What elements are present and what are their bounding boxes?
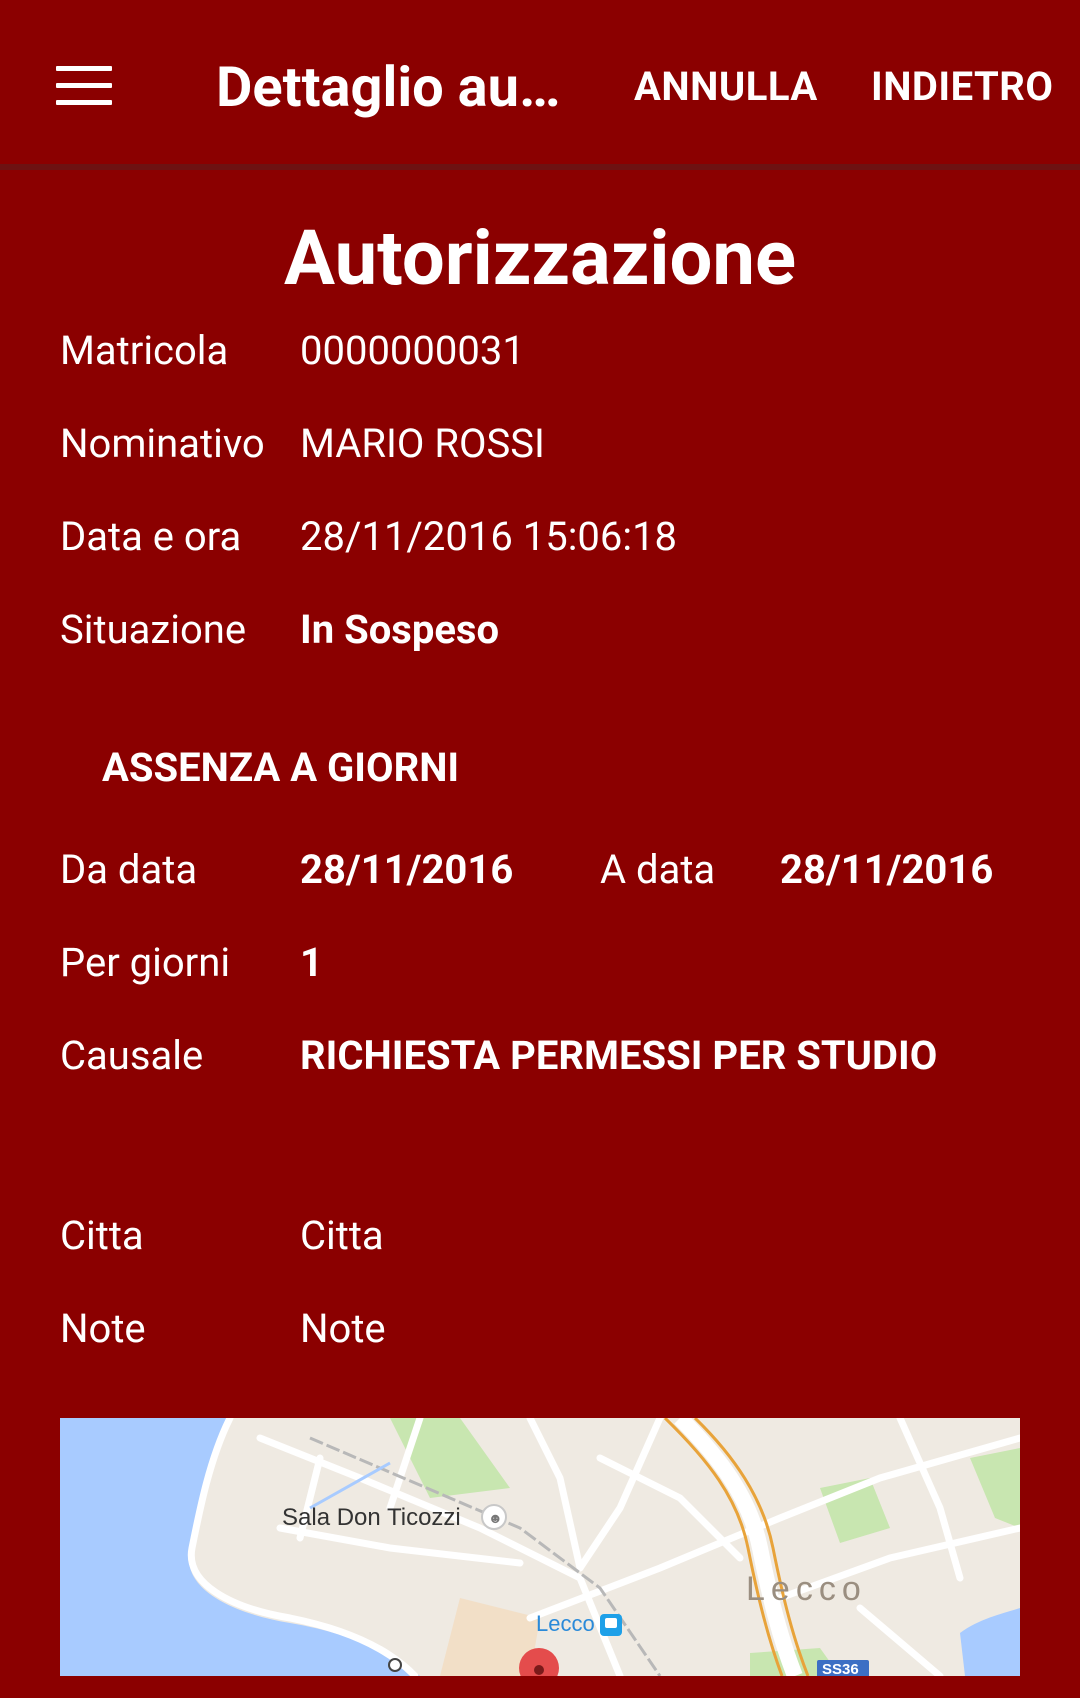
from-date-value: 28/11/2016: [300, 846, 514, 893]
field-value: MARIO ROSSI: [300, 420, 545, 467]
section-title: ASSENZA A GIORNI: [102, 744, 460, 791]
svg-text:☻: ☻: [488, 1510, 503, 1526]
map-city-label: Lecco: [746, 1570, 867, 1608]
svg-text:SS36: SS36: [822, 1661, 859, 1676]
field-value: 0000000031: [300, 327, 525, 374]
field-label: Nominativo: [60, 420, 265, 467]
theater-icon: ☻: [481, 1504, 507, 1530]
back-button[interactable]: INDIETRO: [871, 62, 1054, 112]
map-point-icon: [388, 1658, 402, 1672]
cancel-button[interactable]: ANNULLA: [634, 62, 818, 112]
map-poi-label: Sala Don Ticozzi: [282, 1504, 461, 1531]
field-value: RICHIESTA PERMESSI PER STUDIO: [300, 1032, 938, 1079]
field-label: Situazione: [60, 606, 247, 653]
field-label: Citta: [60, 1212, 144, 1259]
field-label: A data: [600, 846, 716, 893]
app-bar-title: Dettaglio au…: [216, 54, 561, 120]
field-label: Matricola: [60, 327, 229, 374]
field-value: 1: [300, 939, 323, 986]
field-value: Note: [300, 1305, 386, 1352]
app-bar: Dettaglio au… ANNULLA INDIETRO: [0, 0, 1080, 170]
field-label: Per giorni: [60, 939, 231, 986]
field-value: 28/11/2016 15:06:18: [300, 513, 678, 560]
page-title: Autorizzazione: [283, 213, 797, 303]
field-label: Data e ora: [60, 513, 242, 560]
train-station-icon: [600, 1614, 622, 1636]
to-date-value: 28/11/2016: [780, 846, 994, 893]
map-view[interactable]: Sala Don Ticozzi ☻ Lecco Lecco SS36: [60, 1418, 1020, 1676]
field-label: Causale: [60, 1032, 204, 1079]
map-station-label: Lecco: [536, 1611, 595, 1636]
menu-icon[interactable]: [56, 66, 112, 106]
road-badge: SS36: [817, 1660, 869, 1676]
field-label: Da data: [60, 846, 198, 893]
field-value: Citta: [300, 1212, 384, 1259]
field-label: Note: [60, 1305, 146, 1352]
status-value: In Sospeso: [300, 606, 500, 653]
